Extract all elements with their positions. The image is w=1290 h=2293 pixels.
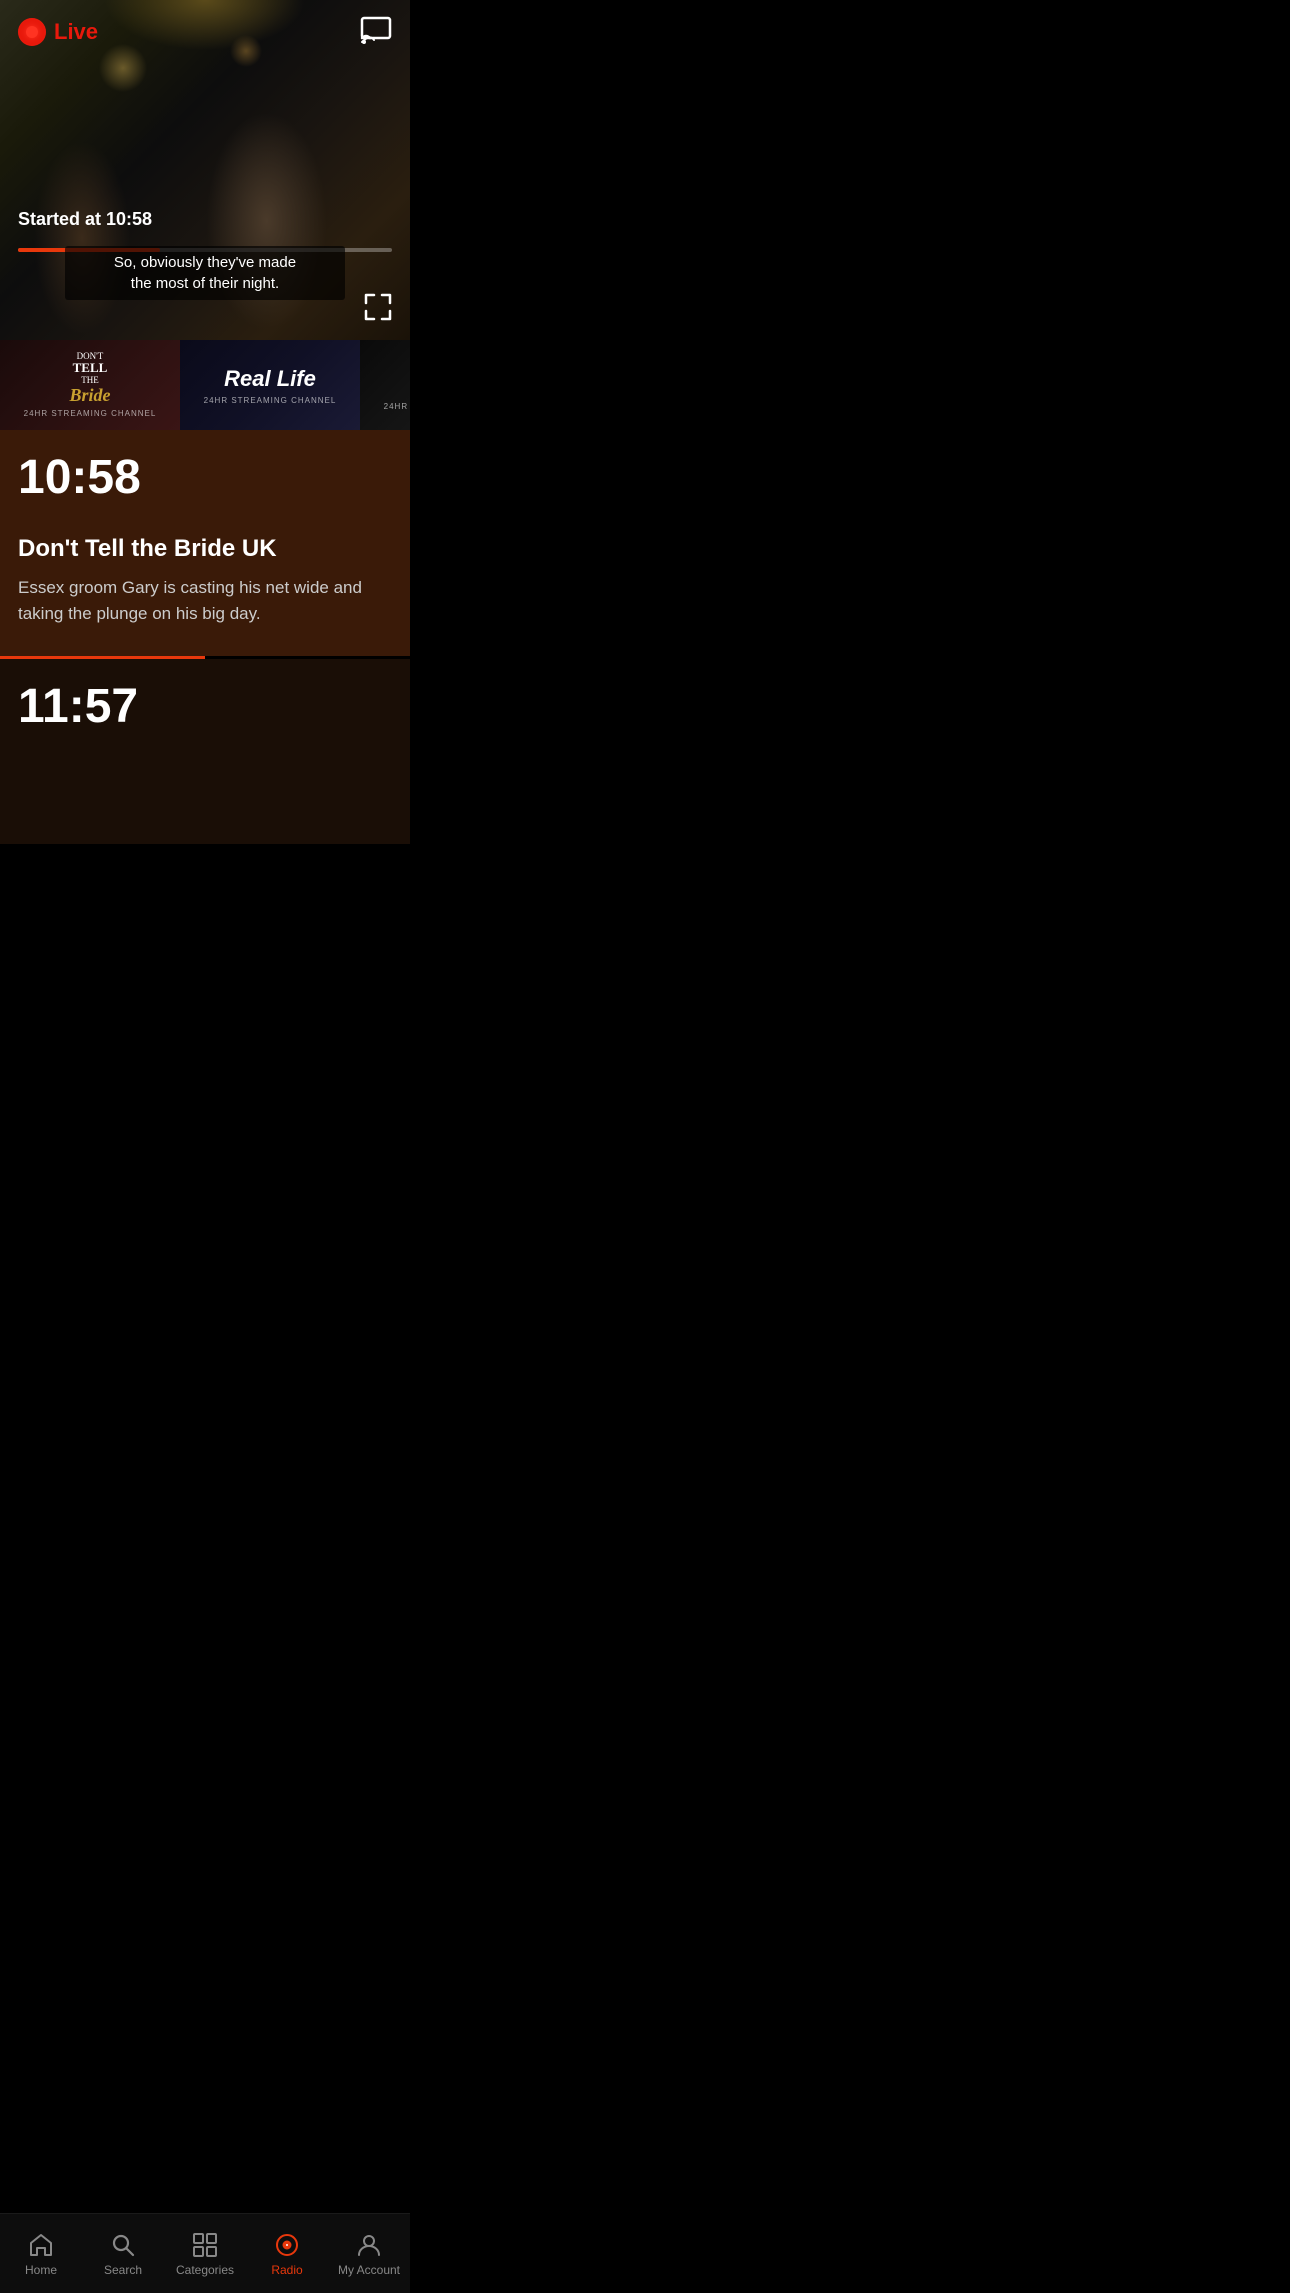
live-label: Live (54, 19, 98, 45)
nav-item-home[interactable]: Home (0, 2223, 82, 2285)
categories-icon (191, 2231, 219, 2259)
fullscreen-icon (364, 293, 392, 321)
nav-item-search[interactable]: Search (82, 2223, 164, 2285)
next-programme-time: 11:57 (18, 679, 392, 734)
channel-bar[interactable]: DON'T TELL THE Bride 24HR STREAMING CHAN… (0, 340, 410, 430)
current-programme-section: 10:58 Don't Tell the Bride UK Essex groo… (0, 430, 410, 656)
channel-overlay-realstories: REAL STORIES 24HR STREAMING CHANNEL (360, 340, 410, 430)
radio-icon (273, 2231, 301, 2259)
nav-label-categories: Categories (176, 2263, 234, 2277)
channel-item-bride[interactable]: DON'T TELL THE Bride 24HR STREAMING CHAN… (0, 340, 180, 430)
subtitle-line2: the most of their night. (131, 275, 279, 292)
current-programme-description: Essex groom Gary is casting his net wide… (18, 575, 392, 626)
channel-overlay-bride: DON'T TELL THE Bride 24HR STREAMING CHAN… (0, 340, 180, 430)
current-programme-title: Don't Tell the Bride UK (18, 535, 392, 563)
channel-overlay-reallife: Real Life 24HR STREAMING CHANNEL (180, 340, 360, 430)
channel-badge-realstories: 24HR STREAMING CHANNEL (384, 402, 410, 411)
home-icon (27, 2231, 55, 2259)
subtitle: So, obviously they've made the most of t… (65, 246, 345, 300)
live-indicator-dot (18, 18, 46, 46)
current-programme-details: Don't Tell the Bride UK Essex groom Gary… (18, 535, 392, 626)
bottom-spacer (0, 844, 410, 934)
myaccount-icon (355, 2231, 383, 2259)
live-badge: Live (18, 18, 98, 46)
channel-badge-bride: 24HR STREAMING CHANNEL (24, 409, 157, 418)
channel-item-reallife[interactable]: Real Life 24HR STREAMING CHANNEL (180, 340, 360, 430)
search-icon (109, 2231, 137, 2259)
bottom-navigation: Home Search Categories (0, 2213, 410, 2293)
fullscreen-button[interactable] (364, 293, 392, 326)
nav-item-radio[interactable]: Radio (246, 2223, 328, 2285)
nav-label-radio: Radio (271, 2263, 302, 2277)
current-programme-time: 10:58 (18, 450, 392, 505)
cast-icon (360, 16, 392, 44)
next-programme-section: 11:57 Don't Tell the Bride UK cont. (0, 659, 410, 844)
nav-label-myaccount: My Account (338, 2263, 400, 2277)
channel-item-realstories[interactable]: REAL STORIES 24HR STREAMING CHANNEL (360, 340, 410, 430)
channel-logo-bride: DON'T TELL THE Bride (69, 352, 110, 406)
channel-logo-reallife: Real Life (224, 366, 316, 392)
video-player[interactable]: Live Started at 10:58 So, obviously they… (0, 0, 410, 340)
started-at-label: Started at 10:58 (18, 209, 152, 230)
subtitle-line1: So, obviously they've made (114, 254, 296, 271)
nav-label-home: Home (25, 2263, 57, 2277)
nav-item-categories[interactable]: Categories (164, 2223, 246, 2285)
cast-button[interactable] (360, 16, 392, 49)
nav-label-search: Search (104, 2263, 142, 2277)
channel-badge-reallife: 24HR STREAMING CHANNEL (204, 396, 337, 405)
nav-item-myaccount[interactable]: My Account (328, 2223, 410, 2285)
